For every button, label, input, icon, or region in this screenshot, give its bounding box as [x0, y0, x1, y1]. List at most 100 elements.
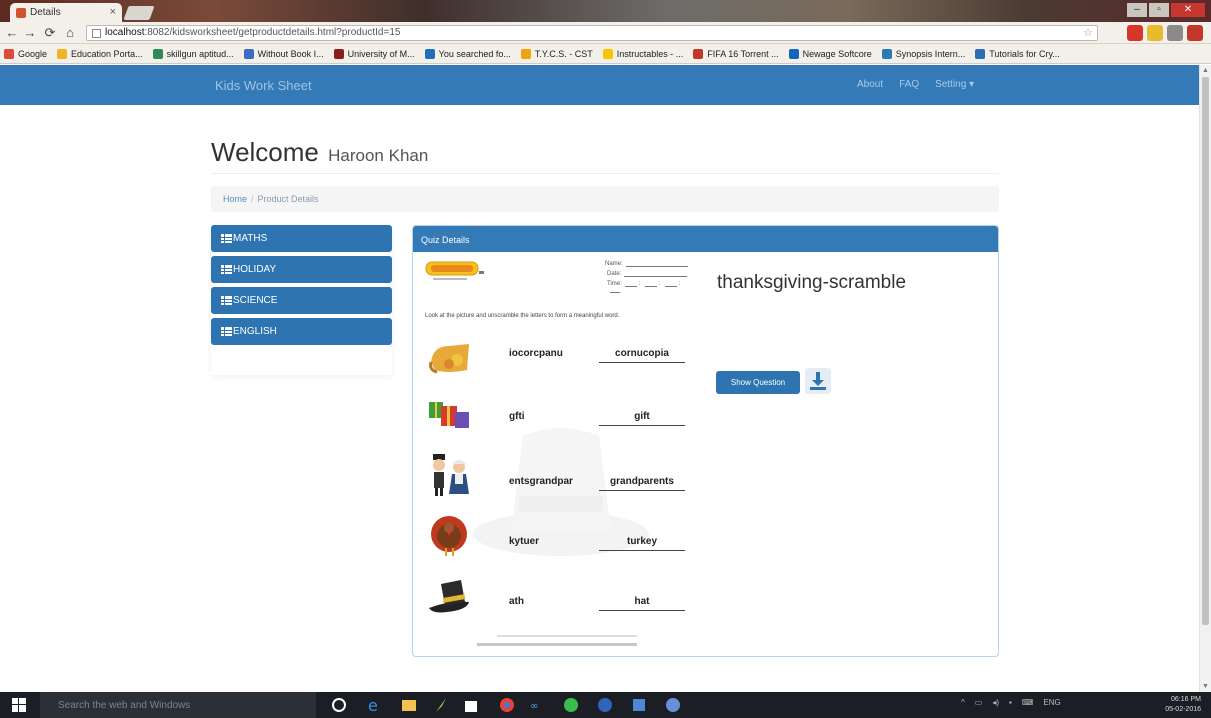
notification-icon[interactable]: ▪: [1009, 698, 1012, 707]
home-icon[interactable]: ⌂: [62, 25, 78, 41]
bookmark-favicon-icon: [975, 48, 986, 59]
bookmark-item[interactable]: University of M...: [333, 48, 415, 59]
worksheet-preview: Name: Date: Time: : : : Look at the pict…: [421, 256, 693, 652]
scrollbar-thumb[interactable]: [1202, 77, 1209, 625]
windows-start-icon[interactable]: [12, 698, 26, 712]
chrome-icon[interactable]: [498, 696, 516, 714]
bookmark-star-icon[interactable]: ☆: [1083, 26, 1093, 39]
bookmark-item[interactable]: You searched fo...: [424, 48, 511, 59]
bookmark-label: Synopsis Intern...: [895, 48, 966, 59]
tab-close-icon[interactable]: ×: [110, 6, 116, 18]
divider: [211, 173, 999, 174]
bookmark-label: Google: [18, 48, 48, 59]
category-label: MATHS: [233, 233, 268, 244]
minimize-button[interactable]: –: [1127, 3, 1147, 17]
bookmark-item[interactable]: FIFA 16 Torrent ...: [693, 48, 779, 59]
maximize-button[interactable]: ▫: [1149, 3, 1169, 17]
scrambled-word: gfti: [509, 411, 525, 422]
back-arrow-icon[interactable]: ←: [4, 25, 20, 41]
bookmark-label: Education Porta...: [71, 48, 143, 59]
nav-link-setting[interactable]: Setting ▾: [935, 79, 974, 90]
category-maths[interactable]: MATHS: [211, 225, 392, 252]
keyboard-icon[interactable]: ⌨: [1022, 698, 1034, 707]
worksheet-logo: [425, 261, 484, 280]
nav-link-about[interactable]: About: [857, 79, 883, 90]
download-button[interactable]: [805, 368, 831, 394]
answer-word: gift: [599, 411, 685, 426]
worksheet-time-field: Time: : : :: [607, 281, 693, 293]
bookmark-item[interactable]: T.Y.C.S. - CST: [520, 48, 593, 59]
extension-icon[interactable]: [1167, 25, 1183, 41]
site-nav-links: About FAQ Setting ▾: [857, 79, 974, 90]
scrambled-word: kytuer: [509, 536, 540, 547]
bookmark-item[interactable]: Tutorials for Cry...: [975, 48, 1060, 59]
name-label: Name:: [605, 261, 623, 267]
worksheet-instruction: Look at the picture and unscramble the l…: [425, 313, 620, 319]
new-tab-button[interactable]: [123, 6, 155, 20]
bookmark-favicon-icon: [57, 48, 68, 59]
category-holiday[interactable]: HOLIDAY: [211, 256, 392, 283]
page-scrollbar[interactable]: ▲ ▼: [1199, 65, 1211, 692]
welcome-label: Welcome: [211, 137, 319, 167]
scrambled-word: iocorcpanu: [509, 348, 563, 359]
address-bar[interactable]: localhost:8082/kidsworksheet/getproductd…: [86, 25, 1098, 41]
breadcrumb-home[interactable]: Home: [223, 194, 247, 204]
volume-icon[interactable]: ◂): [992, 698, 999, 707]
user-name: Haroon Khan: [328, 146, 429, 165]
browser-tab[interactable]: Details ×: [10, 3, 122, 22]
extension-icon[interactable]: [1147, 25, 1163, 41]
bookmark-label: Instructables - ...: [616, 48, 684, 59]
language-indicator[interactable]: ENG: [1043, 698, 1060, 707]
link-app-icon[interactable]: ∞: [530, 696, 548, 714]
category-label: ENGLISH: [233, 326, 277, 337]
window-controls: – ▫ ✕: [1127, 3, 1205, 17]
task-view-icon[interactable]: [330, 696, 348, 714]
bookmark-item[interactable]: Google: [4, 48, 48, 59]
answer-word: cornucopia: [599, 348, 685, 363]
bookmark-item[interactable]: skillgun aptitud...: [152, 48, 234, 59]
network-icon[interactable]: ▭: [975, 698, 983, 707]
app-icon[interactable]: [664, 696, 682, 714]
browser-toolbar: ← → ⟳ ⌂ localhost:8082/kidsworksheet/get…: [0, 22, 1211, 44]
extension-icon[interactable]: [1127, 25, 1143, 41]
store-icon[interactable]: [462, 696, 480, 714]
bookmark-favicon-icon: [424, 48, 435, 59]
bookmark-item[interactable]: Synopsis Intern...: [881, 48, 966, 59]
whatsapp-icon[interactable]: [562, 696, 580, 714]
scroll-down-icon[interactable]: ▼: [1202, 683, 1209, 690]
app-icon[interactable]: [432, 696, 450, 714]
bookmark-favicon-icon: [693, 48, 704, 59]
reload-icon[interactable]: ⟳: [42, 25, 58, 41]
worksheet-item: ath hat: [421, 574, 693, 624]
category-science[interactable]: SCIENCE: [211, 287, 392, 314]
bookmark-label: skillgun aptitud...: [166, 48, 234, 59]
date-label: Date:: [607, 271, 622, 277]
turkey-icon: [431, 516, 467, 556]
bookmark-item[interactable]: Education Porta...: [57, 48, 143, 59]
menu-icon[interactable]: [1187, 25, 1203, 41]
category-english[interactable]: ENGLISH: [211, 318, 392, 345]
show-question-button[interactable]: Show Question: [716, 371, 800, 394]
file-explorer-icon[interactable]: [400, 696, 418, 714]
edge-browser-icon[interactable]: e: [366, 696, 384, 714]
bookmark-item[interactable]: Newage Softcore: [788, 48, 872, 59]
category-label: SCIENCE: [233, 295, 278, 306]
app-icon[interactable]: [630, 696, 648, 714]
bookmark-item[interactable]: Instructables - ...: [602, 48, 684, 59]
forward-arrow-icon[interactable]: →: [22, 25, 38, 41]
grid-icon: [221, 265, 232, 274]
scroll-up-icon[interactable]: ▲: [1202, 67, 1209, 74]
browser-title-bar: Details × – ▫ ✕: [0, 0, 1211, 22]
close-window-button[interactable]: ✕: [1171, 3, 1205, 17]
tray-chevron-icon[interactable]: ^: [961, 698, 965, 707]
worksheet-copyright: [477, 643, 637, 646]
site-brand[interactable]: Kids Work Sheet: [215, 78, 312, 93]
app-icon[interactable]: [596, 696, 614, 714]
taskbar-clock[interactable]: 06:16 PM 05-02-2016: [1165, 695, 1201, 715]
cornucopia-icon: [429, 344, 469, 374]
bookmark-item[interactable]: Without Book I...: [243, 48, 324, 59]
taskbar-search-box[interactable]: Search the web and Windows: [40, 692, 316, 718]
worksheet-item: iocorcpanu cornucopia: [421, 332, 693, 382]
scrambled-word: entsgrandpar: [509, 476, 573, 487]
nav-link-faq[interactable]: FAQ: [899, 79, 919, 90]
